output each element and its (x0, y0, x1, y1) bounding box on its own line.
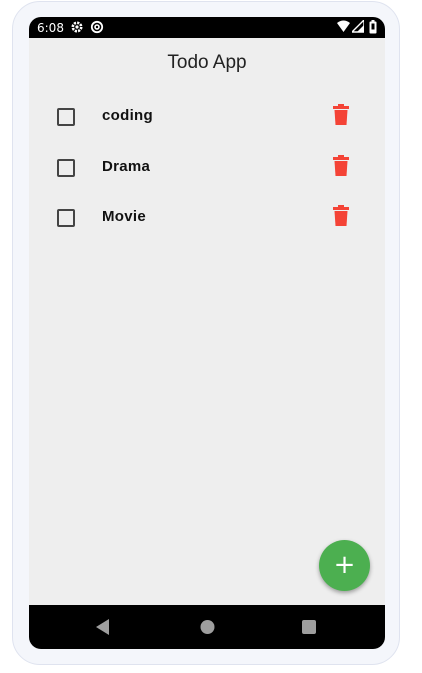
todo-label: Movie (102, 208, 147, 225)
status-time: 6:08 (37, 21, 64, 35)
todo-checkbox[interactable] (57, 159, 75, 177)
delete-icon[interactable] (332, 104, 350, 126)
back-icon[interactable] (96, 619, 110, 639)
gear-icon (70, 20, 84, 37)
navigation-bar (29, 605, 385, 649)
battery-icon (369, 20, 377, 37)
todo-item[interactable]: Drama (29, 147, 385, 187)
delete-icon[interactable] (332, 155, 350, 177)
todo-item[interactable]: Movie (29, 197, 385, 237)
wifi-icon (337, 20, 350, 36)
todo-label: Drama (102, 158, 151, 175)
todo-checkbox[interactable] (57, 209, 75, 227)
todo-item[interactable]: coding (29, 96, 385, 136)
at-sign-icon (90, 20, 104, 37)
recents-icon[interactable] (302, 619, 316, 639)
delete-icon[interactable] (332, 205, 350, 227)
add-todo-button[interactable]: + (319, 540, 370, 591)
todo-label: coding (102, 107, 153, 124)
signal-icon (350, 18, 365, 36)
home-icon[interactable] (200, 619, 215, 639)
phone-screen: 6:08 Todo App coding Drama Movie + (29, 17, 385, 649)
app-title: Todo App (167, 52, 247, 73)
todo-checkbox[interactable] (57, 108, 75, 126)
status-bar: 6:08 (29, 17, 385, 38)
